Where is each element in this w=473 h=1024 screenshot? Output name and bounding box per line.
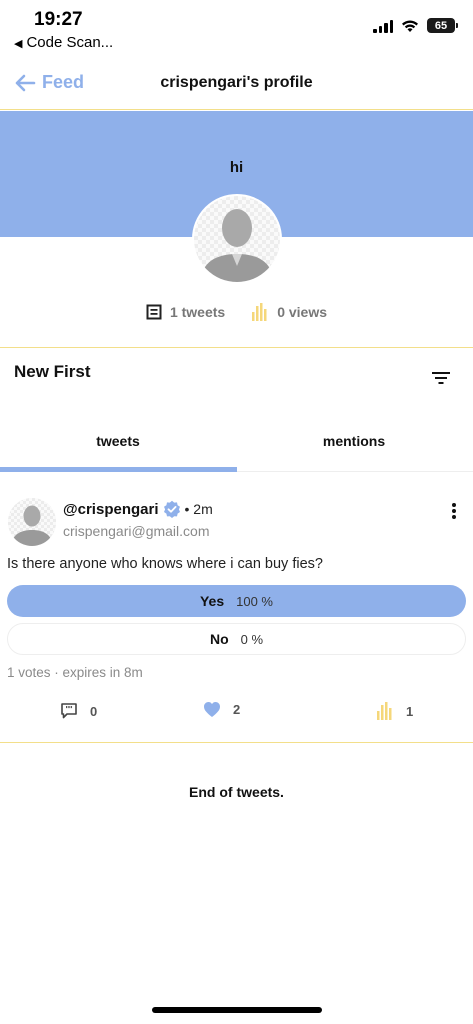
signal-icon	[373, 19, 393, 33]
profile-avatar[interactable]	[192, 194, 282, 284]
heart-icon	[204, 702, 220, 717]
poll-meta: 1 votes · expires in 8m	[7, 665, 143, 680]
section-divider	[0, 347, 473, 348]
poll-option-yes[interactable]: Yes 100 %	[7, 585, 466, 617]
views-count: 1	[406, 703, 414, 719]
poll-option-label: No	[209, 631, 229, 647]
poll-option-label: Yes	[199, 593, 225, 609]
tabs: tweets mentions	[0, 420, 473, 472]
document-icon	[146, 304, 162, 320]
bar-chart-icon	[377, 702, 392, 720]
sort-label: New First	[14, 362, 91, 381]
avatar-placeholder-icon	[8, 498, 56, 546]
tweet-handle: @crispengari	[63, 500, 159, 518]
profile-bio: hi	[229, 159, 244, 176]
poll-option-percent: 0 %	[240, 631, 264, 647]
views-button[interactable]: 1	[376, 701, 413, 721]
comment-count: 0	[90, 703, 98, 719]
tab-mentions[interactable]: mentions	[236, 420, 472, 472]
header: Feed crispengari's profile	[0, 58, 473, 110]
wifi-icon	[402, 19, 418, 32]
more-vertical-icon[interactable]	[451, 502, 457, 520]
home-indicator[interactable]	[152, 1007, 322, 1013]
tweet-text: Is there anyone who knows where i can bu…	[7, 556, 323, 572]
back-triangle-icon: ◀	[14, 38, 23, 50]
status-back-app[interactable]: ◀ Code Scan...	[14, 34, 113, 51]
like-count: 2	[233, 702, 241, 717]
tweet-email: crispengari@gmail.com	[63, 523, 210, 539]
tweet-time: • 2m	[184, 501, 213, 517]
status-icons: 65	[373, 18, 458, 33]
battery-icon: 65	[427, 18, 458, 33]
poll-option-percent: 100 %	[236, 593, 273, 609]
page-title: crispengari's profile	[160, 74, 313, 91]
comment-icon: " "	[61, 703, 77, 719]
tweet-divider	[0, 742, 473, 743]
profile-stats: 1 tweets 0 views	[0, 298, 473, 326]
status-back-label: Code Scan...	[26, 34, 114, 51]
end-of-tweets: End of tweets.	[189, 784, 284, 800]
poll-option-no[interactable]: No 0 %	[7, 623, 466, 655]
views-count: 0 views	[277, 304, 328, 320]
tab-tweets[interactable]: tweets	[0, 420, 236, 472]
tweets-count: 1 tweets	[169, 304, 226, 320]
svg-text:": "	[69, 705, 73, 714]
views-stat: 0 views	[251, 302, 327, 322]
verified-badge-icon	[163, 500, 180, 518]
status-time: 19:27	[34, 9, 83, 30]
tweet-author[interactable]: @crispengari • 2m	[63, 500, 213, 518]
status-bar: 19:27 ◀ Code Scan... 65	[0, 0, 473, 58]
bar-chart-icon	[252, 303, 267, 321]
tweet-actions: " " 0 2 1	[0, 700, 473, 726]
avatar[interactable]	[8, 498, 56, 546]
filter-icon[interactable]	[431, 370, 451, 386]
like-button[interactable]: 2	[203, 701, 240, 718]
tweets-stat: 1 tweets	[146, 304, 225, 320]
comment-button[interactable]: " " 0	[60, 702, 97, 720]
avatar-placeholder-icon	[194, 196, 280, 282]
tab-indicator	[0, 467, 237, 472]
